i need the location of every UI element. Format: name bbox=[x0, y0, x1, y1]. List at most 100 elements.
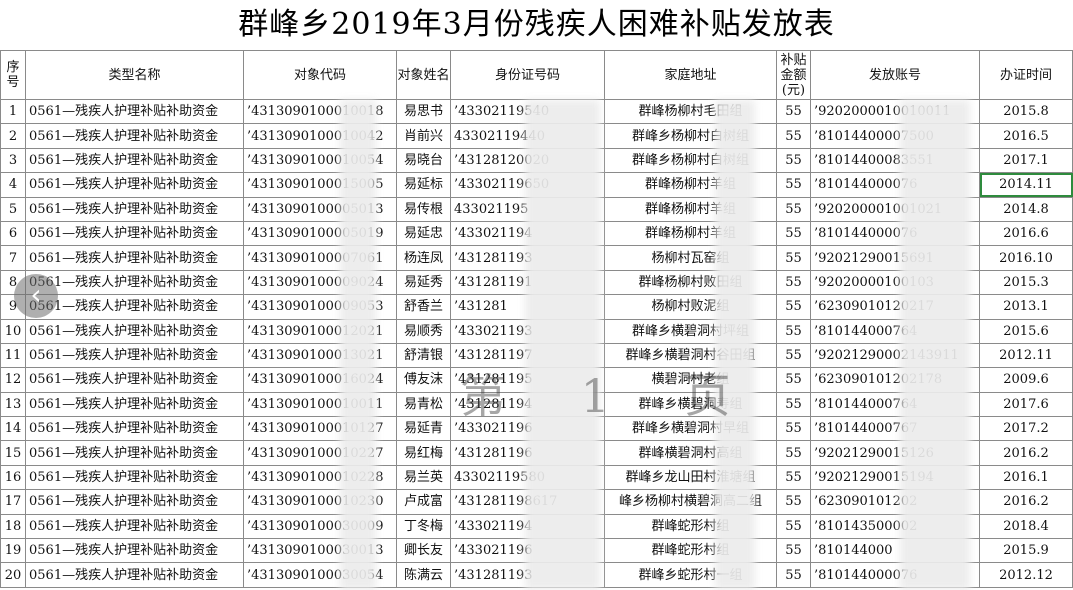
cell-account[interactable]: ’81014400083551 bbox=[810, 147, 980, 174]
cell-code[interactable]: ’4313090100010018 bbox=[243, 98, 397, 125]
cell-date[interactable]: 2018.4 bbox=[979, 513, 1073, 540]
cell-amount[interactable]: 55 bbox=[776, 440, 811, 466]
cell-date[interactable]: 2016.1 bbox=[979, 464, 1073, 491]
cell-type[interactable]: 0561—残疾人护理补贴补助资金 bbox=[25, 269, 244, 296]
cell-amount[interactable]: 55 bbox=[776, 416, 811, 442]
header-address[interactable]: 家庭地址 bbox=[604, 50, 777, 100]
cell-date[interactable]: 2015.6 bbox=[979, 318, 1073, 344]
cell-date[interactable]: 2014.11 bbox=[979, 172, 1073, 198]
cell-code[interactable]: ’4313090100030013 bbox=[243, 538, 397, 564]
cell-name[interactable]: 易兰英 bbox=[396, 464, 451, 491]
cell-amount[interactable]: 55 bbox=[776, 147, 811, 174]
cell-name[interactable]: 陈满云 bbox=[396, 562, 451, 588]
cell-account[interactable]: ’92021290002143911 bbox=[810, 342, 980, 369]
cell-type[interactable]: 0561—残疾人护理补贴补助资金 bbox=[25, 123, 244, 149]
cell-code[interactable]: ’4313090100010227 bbox=[243, 440, 397, 466]
cell-name[interactable]: 易延忠 bbox=[396, 220, 451, 247]
cell-name[interactable]: 易思书 bbox=[396, 98, 451, 125]
cell-name[interactable]: 易晓台 bbox=[396, 147, 451, 174]
cell-amount[interactable]: 55 bbox=[776, 98, 811, 125]
cell-address[interactable]: 群峰蛇形村组 bbox=[604, 538, 777, 564]
cell-code[interactable]: ’4313090100030009 bbox=[243, 513, 397, 540]
cell-address[interactable]: 群峰乡横碧洞村坪组 bbox=[604, 318, 777, 344]
cell-account[interactable]: ’810143500002 bbox=[810, 513, 980, 540]
cell-seq[interactable]: 10 bbox=[0, 318, 26, 344]
cell-type[interactable]: 0561—残疾人护理补贴补助资金 bbox=[25, 440, 244, 466]
cell-code[interactable]: ’4313090100005013 bbox=[243, 196, 397, 222]
cell-account[interactable]: ’810144000764 bbox=[810, 318, 980, 344]
cell-seq[interactable]: 5 bbox=[0, 196, 26, 222]
header-amount[interactable]: 补贴金额(元) bbox=[776, 50, 811, 100]
cell-date[interactable]: 2015.3 bbox=[979, 269, 1073, 296]
cell-seq[interactable]: 20 bbox=[0, 562, 26, 588]
cell-date[interactable]: 2017.1 bbox=[979, 147, 1073, 174]
cell-name[interactable]: 易红梅 bbox=[396, 440, 451, 466]
cell-name[interactable]: 易传根 bbox=[396, 196, 451, 222]
cell-amount[interactable]: 55 bbox=[776, 318, 811, 344]
cell-type[interactable]: 0561—残疾人护理补贴补助资金 bbox=[25, 196, 244, 222]
cell-account[interactable]: ’81014400007500 bbox=[810, 123, 980, 149]
cell-code[interactable]: ’4313090100009024 bbox=[243, 269, 397, 296]
cell-date[interactable]: 2016.6 bbox=[979, 220, 1073, 247]
cell-id[interactable]: ’43302119650 bbox=[450, 172, 605, 198]
cell-account[interactable]: ’9202000010010011 bbox=[810, 98, 980, 125]
cell-code[interactable]: ’4313090100009053 bbox=[243, 294, 397, 320]
cell-name[interactable]: 卿长友 bbox=[396, 538, 451, 564]
cell-name[interactable]: 易青松 bbox=[396, 391, 451, 418]
cell-code[interactable]: ’4313090100010011 bbox=[243, 391, 397, 418]
chevron-left-icon[interactable]: ‹ bbox=[14, 274, 58, 318]
cell-code[interactable]: ’4313090100030054 bbox=[243, 562, 397, 588]
cell-type[interactable]: 0561—残疾人护理补贴补助资金 bbox=[25, 513, 244, 540]
cell-type[interactable]: 0561—残疾人护理补贴补助资金 bbox=[25, 147, 244, 174]
cell-code[interactable]: ’4313090100016024 bbox=[243, 367, 397, 393]
cell-type[interactable]: 0561—残疾人护理补贴补助资金 bbox=[25, 294, 244, 320]
cell-date[interactable]: 2016.5 bbox=[979, 123, 1073, 149]
cell-id[interactable]: 433021195 bbox=[450, 196, 605, 222]
cell-account[interactable]: ’92021290015194 bbox=[810, 464, 980, 491]
header-id[interactable]: 身份证号码 bbox=[450, 50, 605, 100]
cell-amount[interactable]: 55 bbox=[776, 391, 811, 418]
cell-account[interactable]: ’810144000 bbox=[810, 538, 980, 564]
cell-id[interactable]: ’433021194 bbox=[450, 220, 605, 247]
cell-account[interactable]: ’623090101202178 bbox=[810, 367, 980, 393]
cell-code[interactable]: ’4313090100010054 bbox=[243, 147, 397, 174]
cell-account[interactable]: ’810144000764 bbox=[810, 391, 980, 418]
cell-id[interactable]: ’431281198617 bbox=[450, 489, 605, 515]
cell-amount[interactable]: 55 bbox=[776, 367, 811, 393]
cell-amount[interactable]: 55 bbox=[776, 294, 811, 320]
cell-seq[interactable]: 14 bbox=[0, 416, 26, 442]
cell-date[interactable]: 2016.2 bbox=[979, 440, 1073, 466]
cell-id[interactable]: ’433021193 bbox=[450, 318, 605, 344]
cell-account[interactable]: ’810144000767 bbox=[810, 416, 980, 442]
cell-amount[interactable]: 55 bbox=[776, 269, 811, 296]
cell-account[interactable]: ’623090101202 bbox=[810, 489, 980, 515]
cell-type[interactable]: 0561—残疾人护理补贴补助资金 bbox=[25, 391, 244, 418]
cell-date[interactable]: 2012.11 bbox=[979, 342, 1073, 369]
cell-amount[interactable]: 55 bbox=[776, 513, 811, 540]
cell-type[interactable]: 0561—残疾人护理补贴补助资金 bbox=[25, 172, 244, 198]
cell-name[interactable]: 舒清银 bbox=[396, 342, 451, 369]
cell-amount[interactable]: 55 bbox=[776, 172, 811, 198]
cell-seq[interactable]: 16 bbox=[0, 464, 26, 491]
cell-code[interactable]: ’4313090100010230 bbox=[243, 489, 397, 515]
cell-type[interactable]: 0561—残疾人护理补贴补助资金 bbox=[25, 538, 244, 564]
cell-code[interactable]: ’4313090100010042 bbox=[243, 123, 397, 149]
header-date[interactable]: 办证时间 bbox=[979, 50, 1073, 100]
cell-address[interactable]: 群峰乡蛇形村一组 bbox=[604, 562, 777, 588]
cell-account[interactable]: ’810144000076 bbox=[810, 562, 980, 588]
cell-account[interactable]: ’810144000076 bbox=[810, 172, 980, 198]
cell-date[interactable]: 2017.2 bbox=[979, 416, 1073, 442]
header-type[interactable]: 类型名称 bbox=[25, 50, 244, 100]
cell-id[interactable]: 43302119440 bbox=[450, 123, 605, 149]
header-code[interactable]: 对象代码 bbox=[243, 50, 397, 100]
cell-id[interactable]: 43302119580 bbox=[450, 464, 605, 491]
cell-amount[interactable]: 55 bbox=[776, 489, 811, 515]
cell-type[interactable]: 0561—残疾人护理补贴补助资金 bbox=[25, 318, 244, 344]
cell-date[interactable]: 2015.8 bbox=[979, 98, 1073, 125]
cell-amount[interactable]: 55 bbox=[776, 538, 811, 564]
cell-address[interactable]: 群峰杨柳村羊组 bbox=[604, 196, 777, 222]
cell-code[interactable]: ’4313090100013021 bbox=[243, 342, 397, 369]
cell-amount[interactable]: 55 bbox=[776, 196, 811, 222]
cell-date[interactable]: 2016.2 bbox=[979, 489, 1073, 515]
cell-amount[interactable]: 55 bbox=[776, 342, 811, 369]
